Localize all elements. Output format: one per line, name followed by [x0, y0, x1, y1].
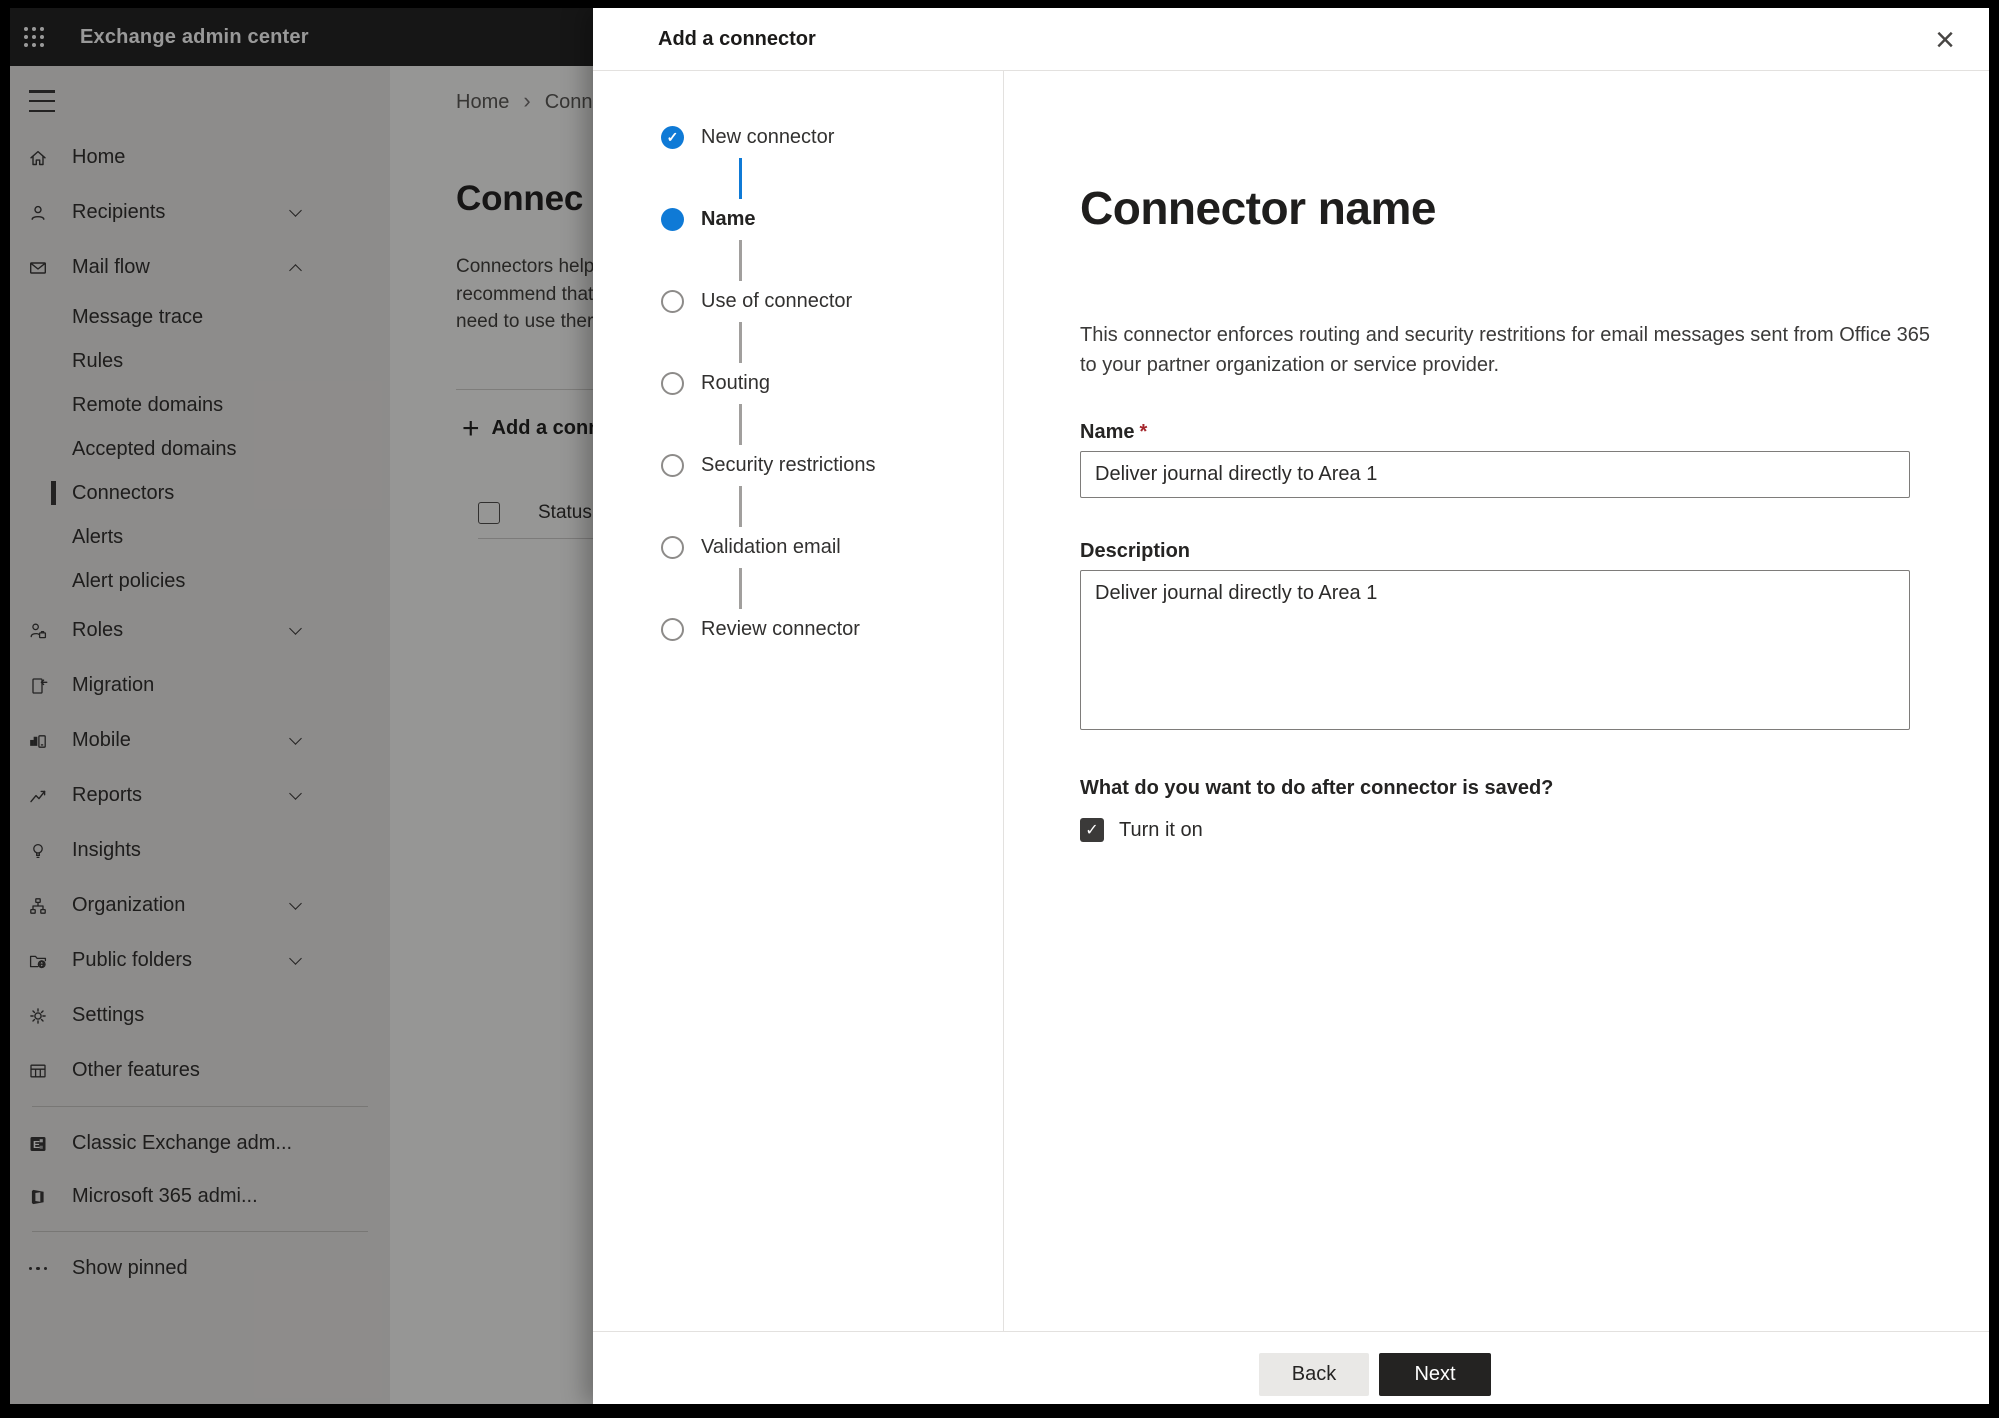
step-description: This connector enforces routing and secu…	[1080, 324, 1931, 376]
step-label: Name	[701, 208, 756, 230]
back-button[interactable]: Back	[1259, 1353, 1369, 1396]
step-label: Validation email	[701, 536, 841, 558]
screenshot-frame: Exchange admin center Home Recipients Ma…	[0, 0, 1999, 1418]
required-asterisk: *	[1139, 421, 1148, 443]
step-label: Review connector	[701, 618, 860, 640]
description-field-label: Description	[1080, 540, 1191, 562]
next-button[interactable]: Next	[1379, 1353, 1491, 1396]
step-label: Routing	[701, 372, 770, 394]
step-connector-line	[739, 240, 742, 281]
step-current-dot	[661, 208, 684, 231]
step-security-restrictions[interactable]: Security restrictions	[661, 454, 1003, 477]
dialog-header: Add a connector ×	[593, 8, 1989, 71]
turn-it-on-checkbox-row[interactable]: ✓ Turn it on	[1080, 818, 1989, 842]
dialog-footer: Back Next	[593, 1331, 1989, 1404]
step-connector-line	[739, 322, 742, 363]
description-textarea[interactable]: Deliver journal directly to Area 1	[1080, 570, 1910, 730]
step-content-pane: Connector name This connector enforces r…	[1004, 71, 1989, 1331]
step-upcoming-dot	[661, 618, 684, 641]
step-connector-line	[739, 568, 742, 609]
after-save-question: What do you want to do after connector i…	[1080, 777, 1554, 799]
add-connector-dialog: Add a connector × ✓ New connector Name U…	[593, 8, 1989, 1404]
wizard-steps: ✓ New connector Name Use of connector Ro…	[593, 71, 1004, 1331]
step-upcoming-dot	[661, 536, 684, 559]
step-review-connector[interactable]: Review connector	[661, 618, 1003, 641]
turn-it-on-label: Turn it on	[1119, 818, 1203, 841]
step-label: New connector	[701, 126, 835, 148]
step-connector-line	[739, 404, 742, 445]
name-label-text: Name	[1080, 421, 1135, 443]
step-new-connector[interactable]: ✓ New connector	[661, 126, 1003, 149]
step-routing[interactable]: Routing	[661, 372, 1003, 395]
step-connector-line	[739, 158, 742, 199]
name-input[interactable]	[1080, 451, 1910, 498]
step-label: Use of connector	[701, 290, 853, 312]
step-connector-line	[739, 486, 742, 527]
step-upcoming-dot	[661, 372, 684, 395]
step-label: Security restrictions	[701, 454, 876, 476]
step-validation-email[interactable]: Validation email	[661, 536, 1003, 559]
close-icon[interactable]: ×	[1923, 18, 1967, 62]
app-window: Exchange admin center Home Recipients Ma…	[10, 8, 1989, 1404]
dialog-title: Add a connector	[658, 27, 816, 50]
step-upcoming-dot	[661, 290, 684, 313]
step-use-of-connector[interactable]: Use of connector	[661, 290, 1003, 313]
step-completed-check-icon: ✓	[661, 126, 684, 149]
name-field-label: Name *	[1080, 420, 1989, 444]
step-title: Connector name	[1080, 182, 1436, 234]
step-name[interactable]: Name	[661, 208, 1003, 231]
checked-checkbox-icon[interactable]: ✓	[1080, 818, 1104, 842]
step-upcoming-dot	[661, 454, 684, 477]
